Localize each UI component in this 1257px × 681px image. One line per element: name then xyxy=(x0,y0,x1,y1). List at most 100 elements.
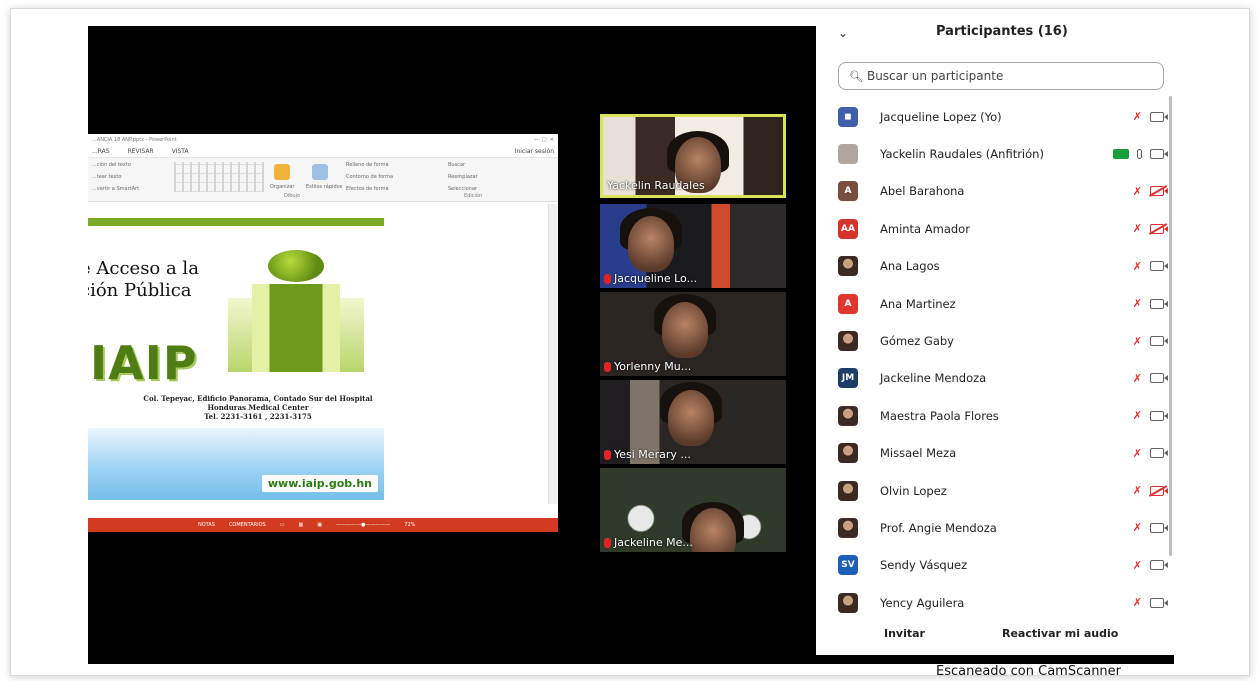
tab-vista[interactable]: VISTA xyxy=(172,148,189,155)
video-tile[interactable]: Jackeline Me... xyxy=(600,468,786,552)
video-tile-name: Yackelin Raudales xyxy=(607,179,705,192)
notes-button[interactable]: NOTAS xyxy=(198,522,215,528)
mic-muted-icon[interactable]: ✗ xyxy=(1133,297,1142,310)
mic-muted-icon xyxy=(604,273,611,284)
shared-screen[interactable]: ...ANCIA 18 ANP.pptx - PowerPoint — □ ✕ … xyxy=(88,134,558,532)
slide-canvas[interactable]: e Acceso a la ción Pública IAIP Col. Tep… xyxy=(88,218,384,500)
tab-revisar[interactable]: REVISAR xyxy=(128,148,154,155)
view-reading-icon[interactable]: ▣ xyxy=(317,522,322,528)
mic-muted-icon[interactable]: ✗ xyxy=(1133,110,1142,123)
comments-button[interactable]: COMENTARIOS xyxy=(229,522,266,528)
shape-outline-button[interactable]: Contorno de forma xyxy=(346,174,393,180)
sign-in-link[interactable]: Iniciar sesión xyxy=(515,148,554,155)
video-off-icon[interactable] xyxy=(1150,186,1168,197)
replace-button[interactable]: Reemplazar xyxy=(448,174,478,180)
video-icon[interactable] xyxy=(1150,522,1168,533)
mic-icon[interactable] xyxy=(1137,149,1142,160)
shapes-gallery[interactable] xyxy=(174,162,264,192)
video-icon[interactable] xyxy=(1150,448,1168,459)
participant-row[interactable]: Olvin Lopez ✗ xyxy=(838,472,1168,509)
chevron-down-icon[interactable]: ⌄ xyxy=(838,26,848,40)
video-icon[interactable] xyxy=(1150,298,1168,309)
ppt-scrollbar[interactable] xyxy=(548,204,558,504)
search-input[interactable]: 🔍︎ Buscar un participante xyxy=(838,62,1164,90)
zoom-level: 72% xyxy=(404,522,416,528)
participant-row[interactable]: SV Sendy Vásquez ✗ xyxy=(838,547,1168,584)
avatar: SV xyxy=(838,555,858,576)
video-icon[interactable] xyxy=(1150,111,1168,122)
video-tile[interactable]: Yackelin Raudales xyxy=(600,114,786,198)
video-off-icon[interactable] xyxy=(1150,485,1168,496)
participant-name: Olvin Lopez xyxy=(880,483,947,498)
slide-url: www.iaip.gob.hn xyxy=(261,475,378,492)
participant-row[interactable]: JM Jackeline Mendoza ✗ xyxy=(838,360,1168,397)
video-icon[interactable] xyxy=(1150,336,1168,347)
video-tile[interactable]: Yesi Merary ... xyxy=(600,380,786,464)
participant-name: Sendy Vásquez xyxy=(880,558,968,573)
participant-row[interactable]: Yency Aguilera ✗ xyxy=(838,584,1168,621)
mic-muted-icon[interactable]: ✗ xyxy=(1133,409,1142,422)
participant-status-icons: ✗ xyxy=(1133,521,1168,534)
panel-scrollbar[interactable] xyxy=(1169,96,1172,556)
mic-muted-icon[interactable]: ✗ xyxy=(1133,335,1142,348)
participant-row[interactable]: ◼ Jacqueline Lopez (Yo) ✗ xyxy=(838,98,1168,135)
video-tile-name: Yorlenny Mu... xyxy=(604,360,691,373)
participant-row[interactable]: AA Aminta Amador ✗ xyxy=(838,210,1168,247)
participant-status-icons: ✗ xyxy=(1133,185,1168,198)
mic-muted-icon[interactable]: ✗ xyxy=(1133,372,1142,385)
participant-row[interactable]: Gómez Gaby ✗ xyxy=(838,322,1168,359)
mic-muted-icon[interactable]: ✗ xyxy=(1133,222,1142,235)
zoom-slider[interactable]: —————●————— xyxy=(336,522,390,528)
mic-muted-icon[interactable]: ✗ xyxy=(1133,185,1142,198)
participant-row[interactable]: Maestra Paola Flores ✗ xyxy=(838,397,1168,434)
shape-effects-button[interactable]: Efectos de forma xyxy=(346,186,393,192)
video-icon[interactable] xyxy=(1150,560,1168,571)
mic-muted-icon[interactable]: ✗ xyxy=(1133,447,1142,460)
video-off-icon[interactable] xyxy=(1150,223,1168,234)
video-tile[interactable]: Jacqueline Lo... xyxy=(600,204,786,288)
ribbon-align-text[interactable]: ...tear texto xyxy=(92,174,139,180)
find-button[interactable]: Buscar xyxy=(448,162,478,168)
participant-row[interactable]: Ana Lagos ✗ xyxy=(838,248,1168,285)
arrange-icon[interactable] xyxy=(274,164,290,180)
host-video-badge-icon xyxy=(1113,149,1129,160)
tab-ras[interactable]: ...RAS xyxy=(92,148,110,155)
participant-row[interactable]: Prof. Angie Mendoza ✗ xyxy=(838,509,1168,546)
select-button[interactable]: Seleccionar xyxy=(448,186,478,192)
participant-row[interactable]: A Abel Barahona ✗ xyxy=(838,173,1168,210)
view-sorter-icon[interactable]: ▦ xyxy=(298,522,303,528)
participant-row[interactable]: Yackelin Raudales (Anfitrión) xyxy=(838,135,1168,172)
view-normal-icon[interactable]: ▭ xyxy=(280,522,285,528)
mic-muted-icon[interactable]: ✗ xyxy=(1133,559,1142,572)
participant-name: Yency Aguilera xyxy=(880,595,965,610)
participant-row[interactable]: Missael Meza ✗ xyxy=(838,435,1168,472)
ribbon-convert-smartart[interactable]: ...vertir a SmartArt xyxy=(92,186,139,192)
video-icon[interactable] xyxy=(1150,149,1168,160)
avatar xyxy=(838,592,858,613)
video-icon[interactable] xyxy=(1150,373,1168,384)
mic-muted-icon[interactable]: ✗ xyxy=(1133,521,1142,534)
avatar xyxy=(838,405,858,426)
participant-name: Gómez Gaby xyxy=(880,334,954,349)
participant-row[interactable]: A Ana Martinez ✗ xyxy=(838,285,1168,322)
video-icon[interactable] xyxy=(1150,410,1168,421)
shape-fill-button[interactable]: Relleno de forma xyxy=(346,162,393,168)
mic-muted-icon xyxy=(604,537,611,548)
ppt-window-controls[interactable]: — □ ✕ xyxy=(534,137,554,143)
video-icon[interactable] xyxy=(1150,261,1168,272)
participant-name: Yackelin Raudales (Anfitrión) xyxy=(880,147,1044,162)
slide-title: e Acceso a la ción Pública xyxy=(88,258,199,301)
editing-group: Buscar Reemplazar Seleccionar xyxy=(448,162,478,192)
participant-status-icons: ✗ xyxy=(1133,409,1168,422)
participant-name: Ana Martinez xyxy=(880,296,956,311)
mic-muted-icon[interactable]: ✗ xyxy=(1133,596,1142,609)
scanner-watermark: Escaneado con CamScanner xyxy=(936,664,1122,679)
quick-styles-icon[interactable] xyxy=(312,164,328,180)
invite-button[interactable]: Invitar xyxy=(884,622,925,644)
video-icon[interactable] xyxy=(1150,597,1168,608)
mic-muted-icon[interactable]: ✗ xyxy=(1133,260,1142,273)
mic-muted-icon[interactable]: ✗ xyxy=(1133,484,1142,497)
ribbon-text-direction[interactable]: ...ción del texto xyxy=(92,162,139,168)
unmute-button[interactable]: Reactivar mi audio xyxy=(1002,622,1118,644)
video-tile[interactable]: Yorlenny Mu... xyxy=(600,292,786,376)
